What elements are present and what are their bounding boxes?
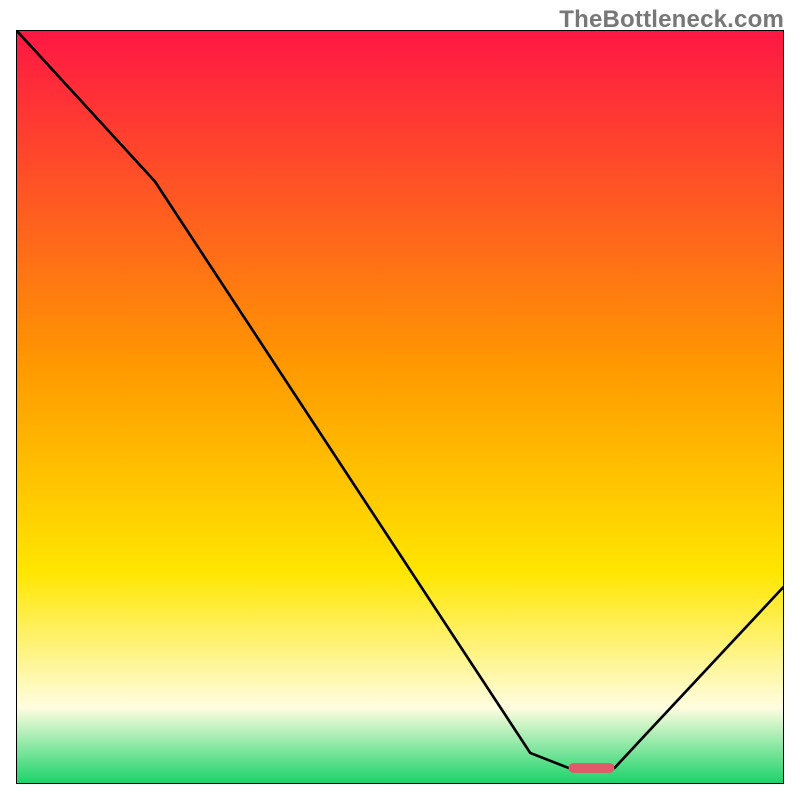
bottleneck-chart — [17, 31, 783, 783]
recommended-range-marker — [569, 763, 615, 773]
chart-frame — [16, 30, 784, 784]
gradient-background — [17, 31, 783, 783]
